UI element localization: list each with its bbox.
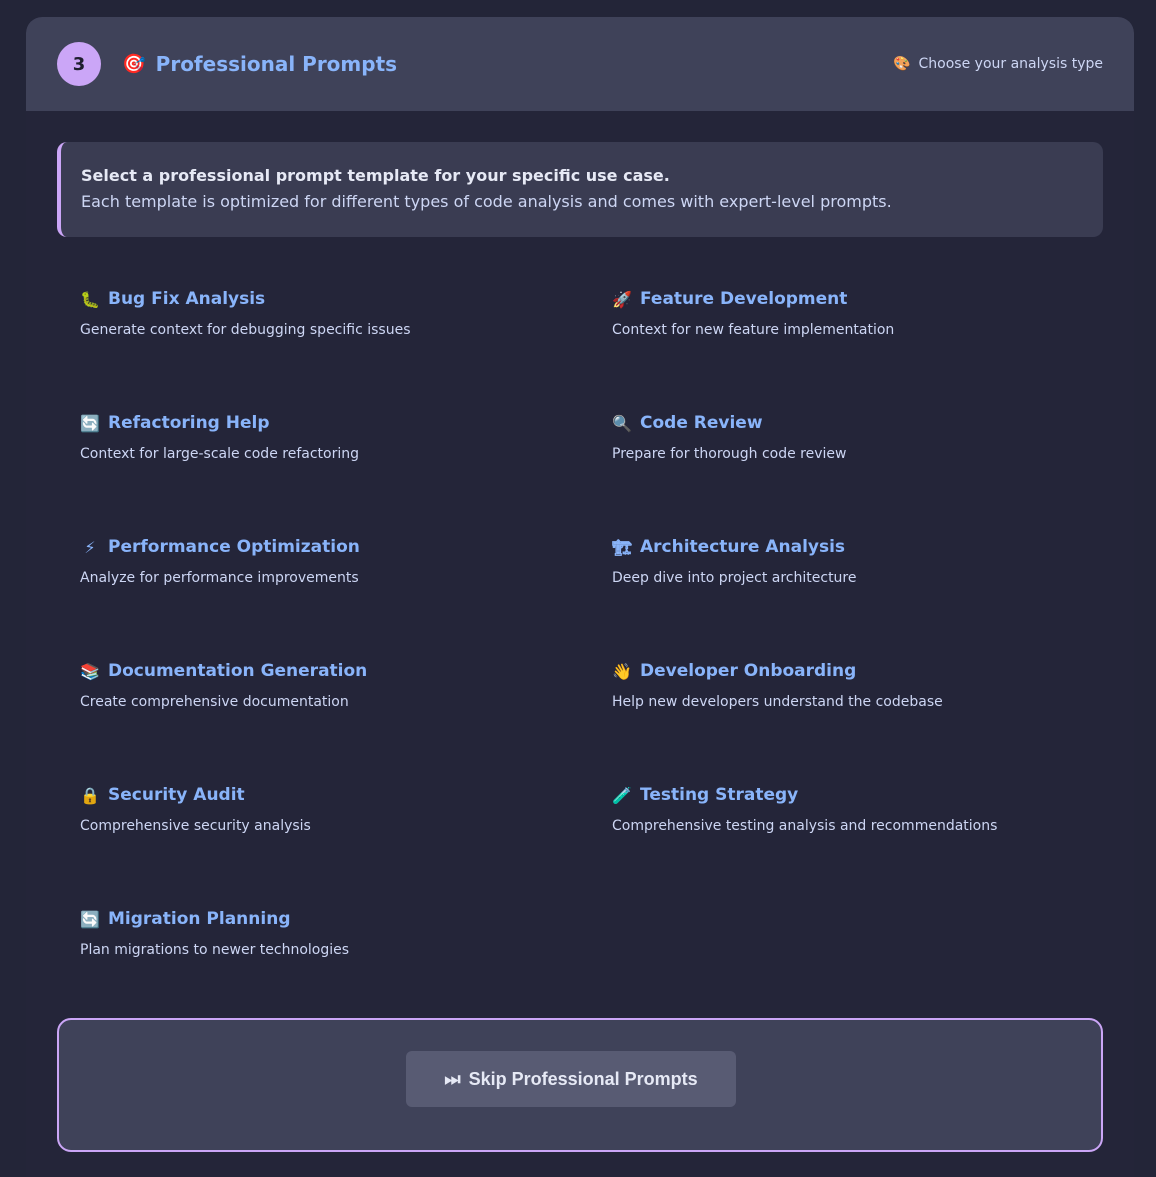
waving-hand-icon: 👋: [612, 661, 632, 681]
template-description: Prepare for thorough code review: [612, 446, 847, 462]
template-card-documentation[interactable]: 📚 Documentation Generation Create compreh…: [80, 657, 560, 757]
lock-icon: 🔒: [80, 785, 100, 805]
palette-icon: 🎨: [893, 56, 911, 72]
template-title: Security Audit: [108, 785, 245, 805]
template-title: Feature Development: [640, 289, 848, 309]
template-card-migration[interactable]: 🔄 Migration Planning Plan migrations to n…: [80, 905, 560, 1005]
step-header: 3 🎯 Professional Prompts 🎨 Choose your a…: [26, 17, 1134, 111]
template-card-architecture[interactable]: 🏗 Architecture Analysis Deep dive into pr…: [612, 533, 1092, 633]
template-title: Code Review: [640, 413, 763, 433]
template-description: Comprehensive security analysis: [80, 818, 311, 834]
template-card-bug-fix[interactable]: 🐛 Bug Fix Analysis Generate context for d…: [80, 285, 560, 385]
template-description: Comprehensive testing analysis and recom…: [612, 818, 998, 834]
template-title: Developer Onboarding: [640, 661, 857, 681]
template-card-refactoring[interactable]: 🔄 Refactoring Help Context for large-scal…: [80, 409, 560, 509]
refresh-icon: 🔄: [80, 413, 100, 433]
template-card-code-review[interactable]: 🔍 Code Review Prepare for thorough code r…: [612, 409, 1092, 509]
bug-icon: 🐛: [80, 289, 100, 309]
template-title: Documentation Generation: [108, 661, 368, 681]
step-number-badge: 3: [57, 42, 101, 86]
template-description: Generate context for debugging specific …: [80, 322, 411, 338]
test-tube-icon: 🧪: [612, 785, 632, 805]
template-title: Testing Strategy: [640, 785, 799, 805]
rocket-icon: 🚀: [612, 289, 632, 309]
template-card-performance[interactable]: ⚡ Performance Optimization Analyze for pe…: [80, 533, 560, 633]
template-description: Plan migrations to newer technologies: [80, 942, 350, 958]
refresh-icon: 🔄: [80, 909, 100, 929]
template-description: Help new developers understand the codeb…: [612, 694, 943, 710]
magnifier-icon: 🔍: [612, 413, 632, 433]
template-card-security-audit[interactable]: 🔒 Security Audit Comprehensive security a…: [80, 781, 560, 881]
template-description: Deep dive into project architecture: [612, 570, 857, 586]
template-card-onboarding[interactable]: 👋 Developer Onboarding Help new developer…: [612, 657, 1092, 757]
professional-prompts-panel: 3 🎯 Professional Prompts 🎨 Choose your a…: [26, 17, 1134, 1177]
template-title: Performance Optimization: [108, 537, 360, 557]
skip-section: ⏭ Skip Professional Prompts: [57, 1018, 1103, 1152]
template-title: Bug Fix Analysis: [108, 289, 266, 309]
construction-icon: 🏗: [612, 537, 633, 557]
template-title: Refactoring Help: [108, 413, 270, 433]
template-description: Analyze for performance improvements: [80, 570, 359, 586]
template-description: Context for new feature implementation: [612, 322, 895, 338]
template-description: Create comprehensive documentation: [80, 694, 349, 710]
skip-professional-prompts-button[interactable]: ⏭ Skip Professional Prompts: [406, 1051, 736, 1107]
info-box: Select a professional prompt template fo…: [57, 142, 1103, 237]
info-heading: Select a professional prompt template fo…: [81, 166, 670, 185]
template-card-feature-development[interactable]: 🚀 Feature Development Context for new fea…: [612, 285, 1092, 385]
info-text: Each template is optimized for different…: [81, 192, 892, 211]
target-icon: 🎯: [122, 52, 146, 75]
step-hint: 🎨 Choose your analysis type: [893, 56, 1103, 72]
skip-button-label: Skip Professional Prompts: [468, 1068, 698, 1089]
template-title: Migration Planning: [108, 909, 291, 929]
books-icon: 📚: [80, 661, 100, 681]
template-card-testing[interactable]: 🧪 Testing Strategy Comprehensive testing …: [612, 781, 1092, 881]
step-hint-text: Choose your analysis type: [918, 56, 1103, 72]
template-title: Architecture Analysis: [640, 537, 846, 557]
template-description: Context for large-scale code refactoring: [80, 446, 359, 462]
skip-forward-icon: ⏭: [444, 1068, 461, 1089]
lightning-icon: ⚡: [84, 537, 96, 557]
step-title: Professional Prompts: [155, 52, 398, 76]
